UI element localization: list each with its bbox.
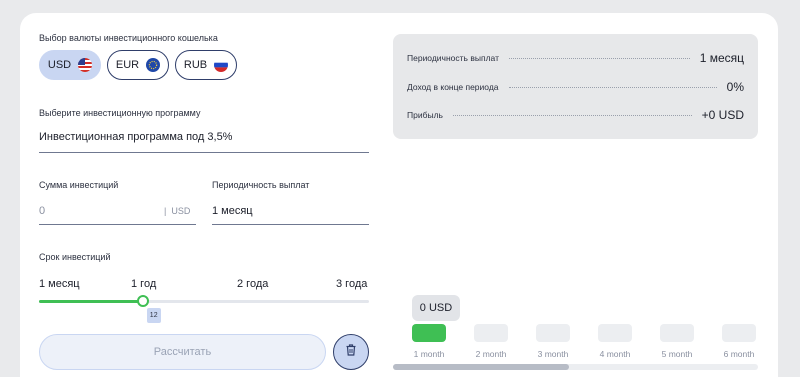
term-mark: 3 года [336,278,368,290]
payout-underline [212,224,369,225]
month-bar[interactable] [598,324,632,342]
summary-key: Доход в конце периода [407,82,499,92]
summary-value: 1 месяц [699,51,744,65]
term-slider[interactable] [39,295,369,307]
eu-flag-icon [146,58,161,72]
leader-dots [508,86,717,88]
term-value-badge: 12 [146,308,161,323]
currency-eur-button[interactable]: EUR [107,50,169,80]
month-bar[interactable] [474,324,508,342]
leader-dots [452,114,692,116]
payout-select[interactable]: 1 месяц [212,205,253,217]
currency-label: Выбор валюты инвестиционного кошелька [39,33,218,43]
calculate-button[interactable]: Рассчитать [39,334,326,370]
summary-row: Доход в конце периода 0% [407,80,744,94]
summary-key: Периодичность выплат [407,53,499,63]
summary-row: Периодичность выплат 1 месяц [407,51,744,65]
amount-input[interactable]: 0 [39,205,45,217]
leader-dots [508,57,690,59]
month-label: 3 month [537,349,569,359]
month-bar[interactable] [722,324,756,342]
trash-icon [344,343,358,362]
program-select[interactable]: Инвестиционная программа под 3,5% [39,131,232,143]
chart-scrollbar-thumb[interactable] [393,364,569,370]
summary-key: Прибыль [407,110,443,120]
payout-label: Периодичность выплат [212,180,310,190]
term-mark: 2 года [237,278,269,290]
month-label: 5 month [661,349,693,359]
currency-rub-button[interactable]: RUB [175,50,237,80]
currency-code: USD [47,59,72,71]
amount-underline [39,224,196,225]
month-bar[interactable] [660,324,694,342]
currency-code: EUR [115,59,140,71]
month-bar[interactable] [536,324,570,342]
month-label: 6 month [723,349,755,359]
currency-usd-button[interactable]: USD [39,50,101,80]
ru-flag-icon [214,58,229,72]
currency-code: RUB [183,59,208,71]
month-bar[interactable] [412,324,446,342]
term-slider-thumb[interactable] [136,295,149,307]
month-label: 1 month [413,349,445,359]
chart-scrollbar[interactable] [393,364,758,370]
summary-row: Прибыль +0 USD [407,108,744,122]
term-mark: 1 месяц [39,278,80,290]
clear-button[interactable] [333,334,369,370]
month-label: 4 month [599,349,631,359]
term-label: Срок инвестиций [39,252,111,262]
amount-unit: | USD [164,206,191,216]
program-label: Выберите инвестиционную программу [39,108,201,118]
chart-tooltip: 0 USD [412,295,460,321]
summary-value: +0 USD [701,108,744,122]
month-label: 2 month [475,349,507,359]
summary-value: 0% [726,80,744,94]
summary-panel: Периодичность выплат 1 месяц Доход в кон… [393,34,758,139]
term-slider-fill [39,300,143,303]
us-flag-icon [78,58,93,72]
amount-label: Сумма инвестиций [39,180,119,190]
term-mark: 1 год [131,278,157,290]
program-underline [39,152,369,153]
